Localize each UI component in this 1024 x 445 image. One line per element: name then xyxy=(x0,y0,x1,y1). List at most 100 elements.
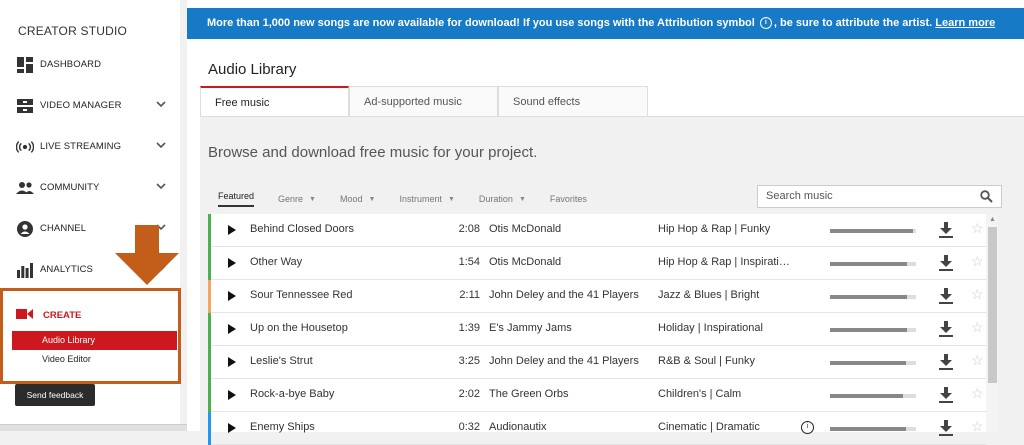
popularity-fill xyxy=(830,394,904,398)
track-genre: Cinematic | Dramatic xyxy=(658,421,760,433)
track-duration: 2:11 xyxy=(459,289,480,301)
search-input[interactable]: Search music xyxy=(757,185,1002,208)
track-title: Up on the Housetop xyxy=(250,322,348,334)
track-genre: Hip Hop & Rap | Funky xyxy=(658,223,771,235)
track-row[interactable]: Enemy Ships 0:32 Audionautix Cinematic | Dr… xyxy=(208,412,986,445)
play-icon[interactable] xyxy=(228,291,236,301)
popularity-bar xyxy=(830,427,916,431)
track-row[interactable]: Rock-a-bye Baby 2:02 The Green Orbs Childre… xyxy=(208,379,986,412)
filter-instrument[interactable]: Instrument ▼ xyxy=(399,191,454,207)
track-row[interactable]: Sour Tennessee Red 2:11 John Deley and the… xyxy=(208,280,986,313)
download-icon[interactable] xyxy=(939,255,953,274)
row-accent xyxy=(208,412,211,445)
track-title: Other Way xyxy=(250,256,303,268)
scroll-thumb[interactable] xyxy=(988,227,997,383)
analytics-icon xyxy=(16,261,34,279)
star-icon[interactable]: ☆ xyxy=(971,220,984,237)
track-artist: E's Jammy Jams xyxy=(489,322,572,334)
row-accent xyxy=(208,379,211,412)
popularity-fill xyxy=(830,361,906,365)
tab-sound-effects[interactable]: Sound effects xyxy=(498,86,648,117)
filter-featured[interactable]: Featured xyxy=(218,191,255,207)
download-icon[interactable] xyxy=(939,288,953,307)
sub-item-video-editor[interactable]: Video Editor xyxy=(12,350,177,369)
filter-genre[interactable]: Genre ▼ xyxy=(278,191,316,207)
tab-ad-supported-music[interactable]: Ad-supported music xyxy=(349,86,498,117)
star-icon[interactable]: ☆ xyxy=(971,385,984,402)
scroll-up-icon[interactable]: ▲ xyxy=(989,216,996,223)
filter-label: Instrument xyxy=(399,194,442,204)
star-icon[interactable]: ☆ xyxy=(971,352,984,369)
attribution-icon: i xyxy=(759,17,772,30)
popularity-fill xyxy=(830,427,906,431)
learn-more-link[interactable]: Learn more xyxy=(935,17,995,29)
star-icon[interactable]: ☆ xyxy=(971,319,984,336)
play-icon[interactable] xyxy=(228,225,236,235)
sub-item-audio-library[interactable]: Audio Library xyxy=(12,331,177,350)
chevron-down-icon[interactable] xyxy=(156,141,166,152)
popularity-fill xyxy=(830,295,908,299)
filter-duration[interactable]: Duration ▼ xyxy=(479,191,526,207)
download-icon[interactable] xyxy=(939,420,953,439)
sidebar-item-label: DASHBOARD xyxy=(40,59,102,70)
row-accent xyxy=(208,313,211,346)
sidebar: CREATOR STUDIO DASHBOARD VIDEO MANAGER LIV… xyxy=(0,0,342,431)
track-row[interactable]: Up on the Housetop 1:39 E's Jammy Jams Holi… xyxy=(208,313,986,346)
tab-free-music[interactable]: Free music xyxy=(200,86,349,117)
row-accent xyxy=(208,280,211,313)
filter-label: Favorites xyxy=(549,194,587,204)
filter-label: Duration xyxy=(478,194,513,204)
send-feedback-button[interactable]: Send feedback xyxy=(15,384,95,406)
play-icon[interactable] xyxy=(228,390,236,400)
chevron-down-icon[interactable] xyxy=(156,100,166,111)
play-icon[interactable] xyxy=(228,357,236,367)
track-title: Sour Tennessee Red xyxy=(250,289,353,301)
dashboard-icon xyxy=(16,56,34,74)
sidebar-item-label: CHANNEL xyxy=(40,223,87,234)
track-row[interactable]: Behind Closed Doors 2:08 Otis McDonald Hip … xyxy=(208,214,986,247)
create-label[interactable]: CREATE xyxy=(43,310,81,321)
filter-mood[interactable]: Mood ▼ xyxy=(340,191,375,207)
highlight-arrow xyxy=(115,225,179,285)
caret-down-icon: ▼ xyxy=(368,195,376,203)
star-icon[interactable]: ☆ xyxy=(971,253,984,270)
download-icon[interactable] xyxy=(939,321,953,340)
live-streaming-icon xyxy=(16,138,34,156)
scrollbar[interactable]: ▲ xyxy=(986,214,998,432)
sidebar-item-label: COMMUNITY xyxy=(40,182,100,193)
sidebar-item-live-streaming[interactable]: LIVE STREAMING xyxy=(0,126,180,167)
search-icon[interactable] xyxy=(980,190,993,203)
tab-bar: Free music Ad-supported music Sound effe… xyxy=(200,86,648,117)
track-genre: R&B & Soul | Funky xyxy=(658,355,756,367)
row-accent xyxy=(208,214,211,247)
popularity-bar xyxy=(830,262,916,266)
sidebar-item-video-manager[interactable]: VIDEO MANAGER xyxy=(0,85,180,126)
track-duration: 3:25 xyxy=(458,355,480,367)
track-title: Enemy Ships xyxy=(250,421,315,433)
track-genre: Jazz & Blues | Bright xyxy=(658,289,760,301)
camera-icon xyxy=(16,305,34,323)
sidebar-item-dashboard[interactable]: DASHBOARD xyxy=(0,44,180,85)
play-icon[interactable] xyxy=(228,324,236,334)
track-artist: Otis McDonald xyxy=(489,223,562,235)
track-row[interactable]: Other Way 1:54 Otis McDonald Hip Hop & Rap … xyxy=(208,247,986,280)
page-title: Audio Library xyxy=(208,61,297,78)
create-section: CREATE Audio Library Video Editor xyxy=(0,288,181,384)
track-row[interactable]: Leslie's Strut 3:25 John Deley and the 41 … xyxy=(208,346,986,379)
track-duration: 1:39 xyxy=(458,322,480,334)
star-icon[interactable]: ☆ xyxy=(971,286,984,303)
play-icon[interactable] xyxy=(228,258,236,268)
caret-down-icon: ▼ xyxy=(518,195,526,203)
star-icon[interactable]: ☆ xyxy=(971,418,984,435)
download-icon[interactable] xyxy=(939,354,953,373)
browse-heading: Browse and download free music for your … xyxy=(208,144,538,161)
sidebar-item-community[interactable]: COMMUNITY xyxy=(0,167,180,208)
play-icon[interactable] xyxy=(228,423,236,433)
popularity-fill xyxy=(830,262,908,266)
track-artist: Otis McDonald xyxy=(489,256,562,268)
download-icon[interactable] xyxy=(939,387,953,406)
download-icon[interactable] xyxy=(939,222,953,241)
filter-favorites[interactable]: Favorites xyxy=(550,191,587,207)
track-list: Behind Closed Doors 2:08 Otis McDonald Hip … xyxy=(208,214,986,445)
chevron-down-icon[interactable] xyxy=(156,182,166,193)
